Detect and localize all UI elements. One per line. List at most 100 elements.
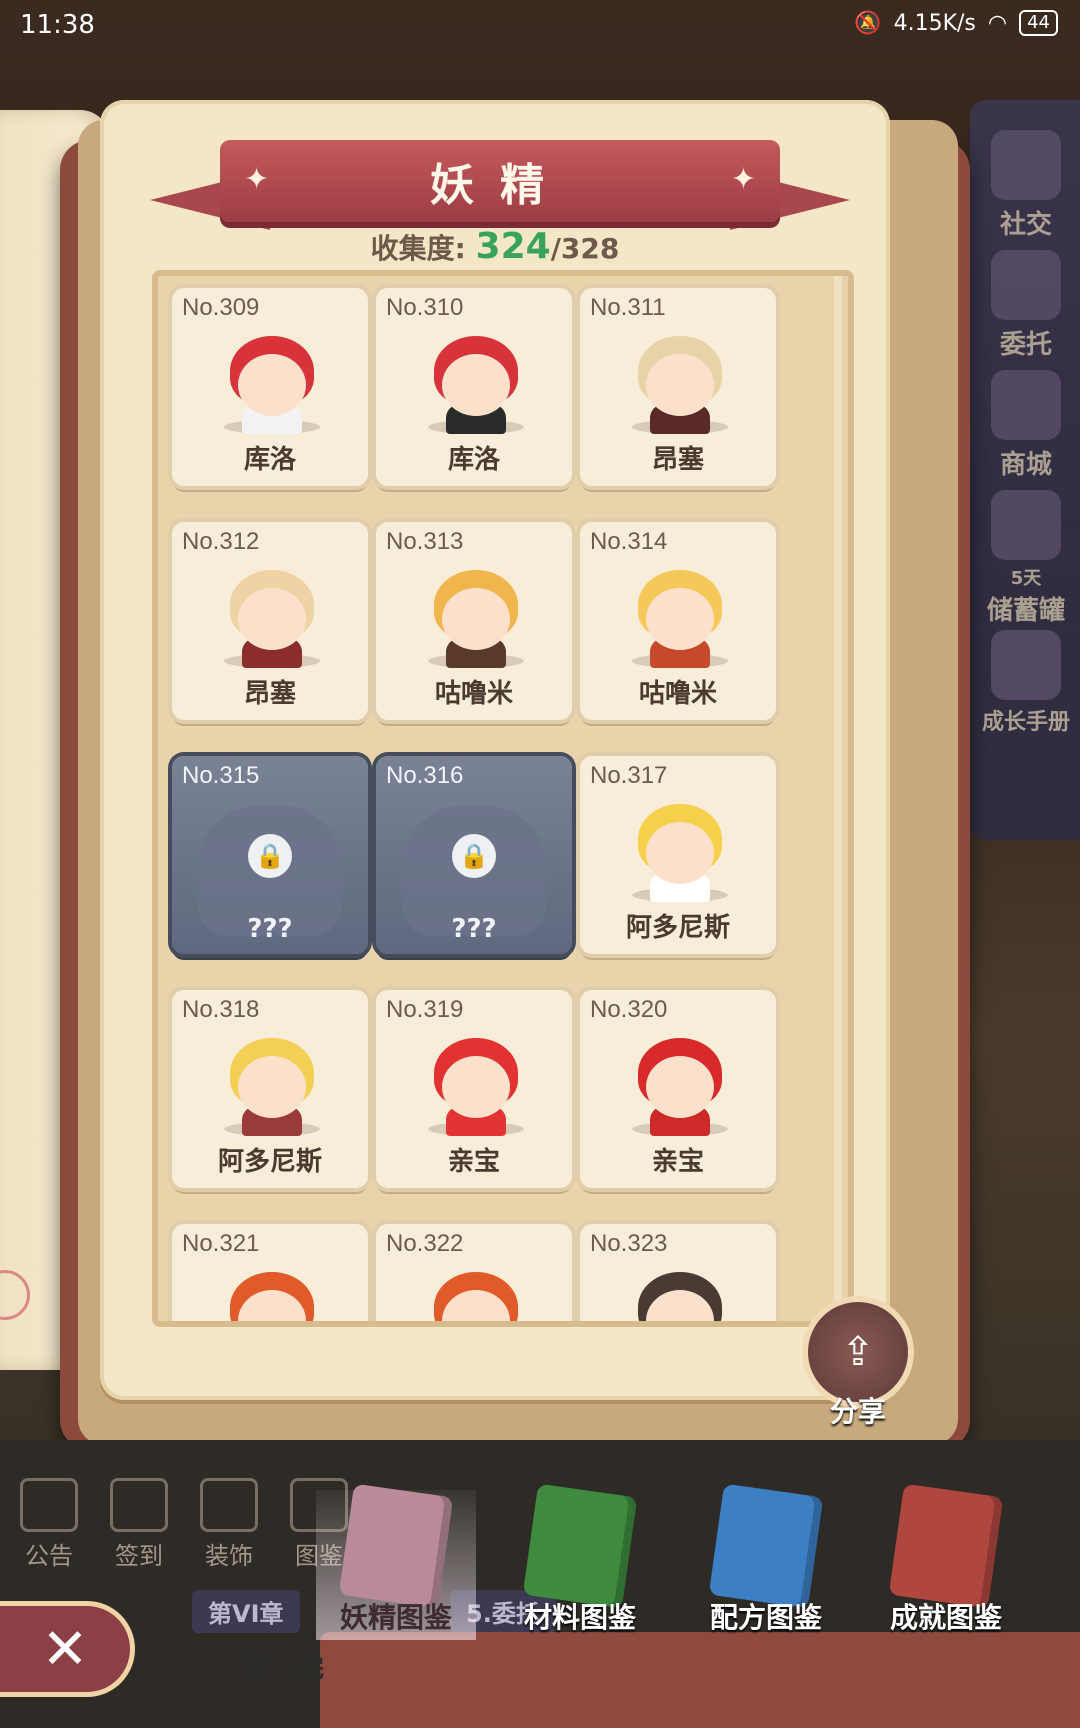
lock-icon: 🔒: [248, 834, 292, 878]
collection-label: 收集度:: [370, 232, 466, 265]
recipe-book-icon: [708, 1483, 824, 1609]
total-count: /328: [550, 232, 620, 265]
lock-icon: 🔒: [452, 834, 496, 878]
fairy-number: No.322: [386, 1230, 464, 1257]
portrait-face: [442, 354, 510, 416]
menu-checkin[interactable]: 签到: [94, 1478, 184, 1571]
fairy-card[interactable]: No.313 咕噜米: [376, 522, 572, 720]
fairy-portrait: [628, 796, 732, 902]
fairy-number: No.319: [386, 996, 464, 1023]
fairy-name: 昂塞: [651, 445, 704, 475]
fairy-name: ???: [247, 914, 293, 944]
fairy-portrait: [220, 328, 324, 434]
fairy-card[interactable]: No.309 库洛: [172, 288, 368, 486]
achievement-book-icon: [888, 1483, 1004, 1609]
fairy-portrait: [424, 1030, 528, 1136]
fairy-number: No.312: [182, 528, 260, 555]
fairy-number: No.318: [182, 996, 260, 1023]
fairy-number: No.313: [386, 528, 464, 555]
portrait-face: [238, 1056, 306, 1118]
fairy-number: No.317: [590, 762, 668, 789]
share-label: 分享: [829, 1395, 886, 1428]
fairy-portrait: [628, 328, 732, 434]
fairy-portrait: [424, 328, 528, 434]
tab-fairy-codex[interactable]: 妖精图鉴: [316, 1483, 476, 1640]
collection-progress: 收集度: 324/328: [100, 226, 890, 267]
status-time: 11:38: [20, 10, 95, 40]
fairy-card[interactable]: No.321: [172, 1224, 368, 1321]
piggybank-badge: 5天: [1010, 568, 1042, 589]
chapter-badge: 第VI章: [192, 1590, 300, 1633]
fairy-card[interactable]: No.323: [580, 1224, 776, 1321]
status-right: 🔕 4.15K/s ◠ 44: [854, 10, 1058, 36]
fairy-card[interactable]: No.312 昂塞: [172, 522, 368, 720]
network-speed: 4.15K/s: [893, 10, 976, 36]
portrait-face: [238, 588, 306, 650]
fairy-card[interactable]: No.319 亲宝: [376, 990, 572, 1188]
close-icon: ✕: [41, 1616, 89, 1682]
tab-recipe-codex[interactable]: 配方图鉴: [686, 1483, 846, 1640]
fairy-number: No.323: [590, 1230, 668, 1257]
fairy-card[interactable]: No.320 亲宝: [580, 990, 776, 1188]
tab-material-codex[interactable]: 材料图鉴: [500, 1483, 660, 1640]
bottom-scroll-bar: [320, 1632, 1080, 1728]
grid-scrollbar[interactable]: [834, 276, 842, 1321]
fairy-number: No.320: [590, 996, 668, 1023]
growth-book-icon: [991, 630, 1061, 700]
portrait-face: [442, 1056, 510, 1118]
sparkle-icon: ✦: [730, 162, 756, 197]
fairy-number: No.314: [590, 528, 668, 555]
page-title: 妖精: [430, 160, 570, 211]
material-book-icon: [522, 1483, 638, 1609]
fairy-book-icon: [338, 1483, 454, 1609]
fairy-card[interactable]: No.311 昂塞: [580, 288, 776, 486]
portrait-face: [646, 588, 714, 650]
side-item-shop[interactable]: 商城: [980, 370, 1072, 481]
fairy-number: No.316: [386, 762, 464, 789]
fairy-number: No.321: [182, 1230, 260, 1257]
menu-decoration[interactable]: 装饰: [184, 1478, 274, 1571]
fairy-grid[interactable]: No.309 库洛 No.310 库洛 No.311 昂塞 No.312 昂塞 No.313 咕噜…: [152, 270, 854, 1327]
status-bar: 11:38 🔕 4.15K/s ◠ 44: [0, 0, 1080, 54]
fairy-number: No.315: [182, 762, 260, 789]
fairy-card[interactable]: No.314 咕噜米: [580, 522, 776, 720]
title-ribbon: ✦ 妖精 ✦: [150, 130, 850, 230]
fairy-number: No.310: [386, 294, 464, 321]
side-item-piggybank[interactable]: 5天 储蓄罐: [980, 490, 1072, 627]
menu-announcement[interactable]: 公告: [4, 1478, 94, 1571]
fairy-card[interactable]: No.316 🔒???: [376, 756, 572, 954]
share-button[interactable]: ⇪: [808, 1302, 908, 1402]
fairy-card[interactable]: No.310 库洛: [376, 288, 572, 486]
fairy-portrait: [628, 1030, 732, 1136]
side-item-social[interactable]: 社交: [980, 130, 1072, 241]
fairy-card[interactable]: No.322: [376, 1224, 572, 1321]
commission-icon: [991, 250, 1061, 320]
fairy-card[interactable]: No.315 🔒???: [172, 756, 368, 954]
portrait-face: [442, 588, 510, 650]
progress-text: 累计完: [246, 1654, 325, 1684]
shop-icon: [991, 370, 1061, 440]
portrait-face: [646, 822, 714, 884]
announcement-icon: [20, 1478, 78, 1532]
fairy-name: 昂塞: [243, 679, 296, 709]
fairy-card[interactable]: No.318 阿多尼斯: [172, 990, 368, 1188]
ribbon-body: ✦ 妖精 ✦: [220, 140, 780, 222]
fairy-portrait: [424, 1264, 528, 1321]
fairy-portrait: [220, 1264, 324, 1321]
collected-count: 324: [475, 226, 551, 267]
fairy-name: 咕噜米: [638, 679, 717, 709]
piggybank-icon: [991, 490, 1061, 560]
fairy-name: 阿多尼斯: [625, 913, 730, 943]
tab-achievement-codex[interactable]: 成就图鉴: [866, 1483, 1026, 1640]
close-button[interactable]: ✕: [0, 1606, 130, 1692]
fairy-portrait: [220, 1030, 324, 1136]
fairy-portrait: [628, 1264, 732, 1321]
fairy-portrait: [220, 562, 324, 668]
fairy-number: No.311: [590, 294, 666, 321]
portrait-face: [646, 354, 714, 416]
battery-icon: 44: [1019, 10, 1058, 36]
side-item-commission[interactable]: 委托: [980, 250, 1072, 361]
side-item-growth[interactable]: 成长手册: [980, 630, 1072, 736]
wifi-icon: ◠: [987, 10, 1008, 36]
fairy-card[interactable]: No.317 阿多尼斯: [580, 756, 776, 954]
